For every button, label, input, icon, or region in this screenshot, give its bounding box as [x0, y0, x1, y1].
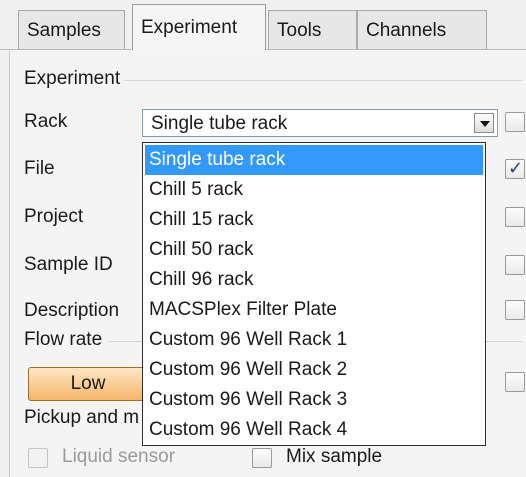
- liquid-sensor-checkbox[interactable]: [28, 448, 48, 468]
- tab-channels[interactable]: Channels: [357, 10, 487, 49]
- rack-option-chill-50[interactable]: Chill 50 rack: [145, 235, 483, 265]
- rack-dropdown-list: Single tube rack Chill 5 rack Chill 15 r…: [142, 142, 486, 446]
- description-checkbox[interactable]: [505, 300, 525, 320]
- flow-rate-group-title: Flow rate: [24, 329, 103, 350]
- flow-rate-checkbox[interactable]: [505, 372, 525, 392]
- file-checkbox[interactable]: [505, 158, 525, 179]
- rack-option-custom-96-well-4[interactable]: Custom 96 Well Rack 4: [145, 415, 483, 445]
- pickup-group-title: Pickup and m: [24, 407, 140, 428]
- low-button[interactable]: Low: [28, 367, 148, 401]
- sample-id-label: Sample ID: [24, 254, 113, 275]
- rack-option-single-tube[interactable]: Single tube rack: [145, 145, 483, 175]
- rack-label: Rack: [24, 111, 68, 132]
- rack-option-custom-96-well-1[interactable]: Custom 96 Well Rack 1: [145, 325, 483, 355]
- project-label: Project: [24, 206, 84, 227]
- rack-option-chill-5[interactable]: Chill 5 rack: [145, 175, 483, 205]
- rack-option-chill-15[interactable]: Chill 15 rack: [145, 205, 483, 235]
- mix-sample-checkbox[interactable]: [252, 448, 272, 468]
- tab-tools[interactable]: Tools: [268, 10, 357, 49]
- tab-samples[interactable]: Samples: [18, 10, 125, 49]
- rack-combobox[interactable]: Single tube rack: [142, 109, 498, 137]
- rack-option-macsplex-filter-plate[interactable]: MACSPlex Filter Plate: [145, 295, 483, 325]
- chevron-down-icon[interactable]: [474, 113, 494, 133]
- sample-id-checkbox[interactable]: [505, 255, 525, 275]
- file-label: File: [24, 158, 55, 179]
- liquid-sensor-label: Liquid sensor: [62, 446, 176, 467]
- tab-strip: Samples Experiment Tools Channels: [0, 0, 526, 50]
- rack-combobox-value: Single tube rack: [151, 113, 288, 134]
- rack-checkbox[interactable]: [505, 112, 525, 132]
- description-label: Description: [24, 300, 120, 321]
- project-checkbox[interactable]: [505, 207, 525, 227]
- rack-option-chill-96[interactable]: Chill 96 rack: [145, 265, 483, 295]
- tab-experiment[interactable]: Experiment: [132, 4, 266, 50]
- rack-option-custom-96-well-2[interactable]: Custom 96 Well Rack 2: [145, 355, 483, 385]
- rack-option-custom-96-well-3[interactable]: Custom 96 Well Rack 3: [145, 385, 483, 415]
- experiment-group-title: Experiment: [24, 68, 121, 89]
- experiment-group-line: [124, 80, 522, 81]
- mix-sample-label: Mix sample: [286, 446, 383, 467]
